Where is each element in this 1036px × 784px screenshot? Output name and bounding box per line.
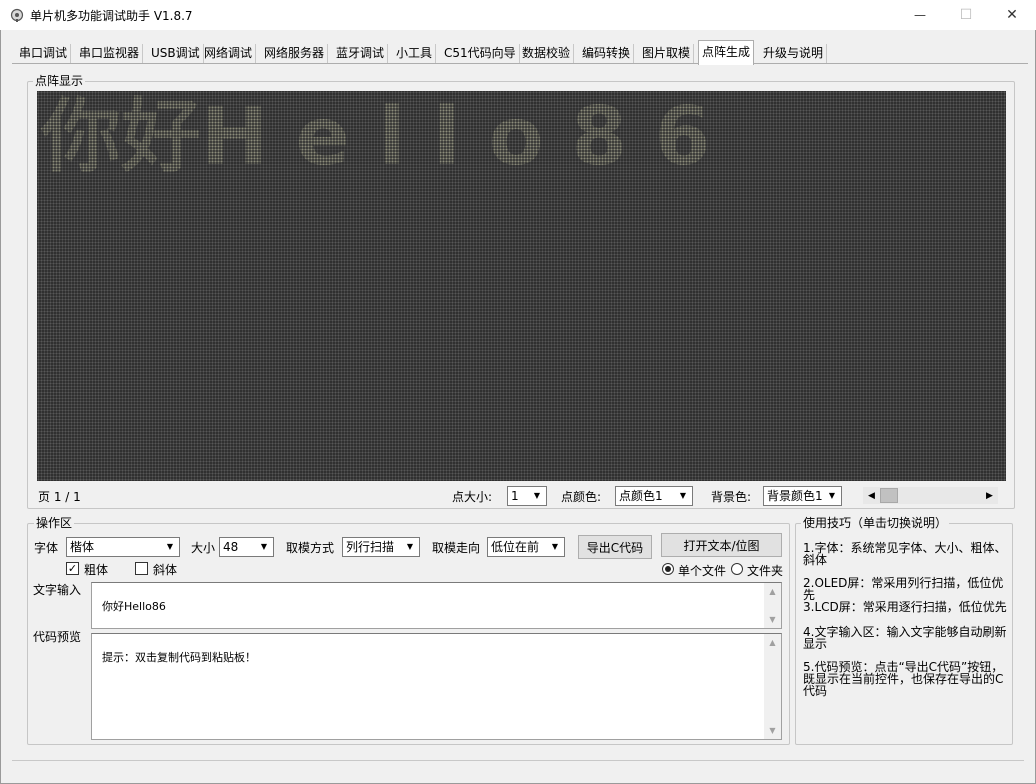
scroll-left-icon[interactable]: ◀ bbox=[863, 487, 880, 504]
export-c-code-button[interactable]: 导出C代码 bbox=[578, 535, 652, 559]
open-text-bitmap-button[interactable]: 打开文本/位图 bbox=[661, 533, 782, 557]
chevron-down-icon: ▼ bbox=[824, 488, 840, 504]
dot-color-select[interactable]: 点颜色1 ▼ bbox=[615, 486, 693, 506]
title-bar: 单片机多功能调试助手 V1.8.7 — ☐ ✕ bbox=[0, 0, 1036, 30]
tab-tools[interactable]: 小工具 bbox=[393, 44, 437, 64]
radio-selected-dot bbox=[665, 566, 671, 572]
bg-color-select[interactable]: 背景颜色1 ▼ bbox=[763, 486, 842, 506]
horizontal-scrollbar[interactable]: ◀ ▶ bbox=[863, 487, 998, 504]
size-select[interactable]: 48 ▼ bbox=[219, 537, 274, 557]
tab-usb-debug[interactable]: USB调试 bbox=[148, 44, 204, 64]
tip-item: 1.字体：系统常见字体、大小、粗体、斜体 bbox=[803, 541, 1007, 567]
scroll-up-icon[interactable]: ▲ bbox=[764, 583, 781, 600]
chevron-down-icon: ▼ bbox=[402, 539, 418, 555]
tab-serial-monitor[interactable]: 串口监视器 bbox=[76, 44, 144, 64]
tab-divider bbox=[12, 63, 1028, 64]
tab-network-debug[interactable]: 网络调试 bbox=[201, 44, 257, 64]
scan-mode-select[interactable]: 列行扫描 ▼ bbox=[342, 537, 420, 557]
text-input-value: 你好Hello86 bbox=[102, 600, 166, 613]
scan-mode-value: 列行扫描 bbox=[346, 540, 395, 554]
scroll-down-icon[interactable]: ▼ bbox=[764, 611, 781, 628]
text-input-scrollbar[interactable]: ▲ ▼ bbox=[764, 583, 781, 628]
tip-item: 3.LCD屏：常采用逐行扫描，低位优先 bbox=[803, 600, 1007, 614]
tab-upgrade[interactable]: 升级与说明 bbox=[760, 44, 828, 64]
scroll-up-icon[interactable]: ▲ bbox=[764, 634, 781, 651]
tip-item: 5.代码预览：点击“导出C代码”按钮，既显示在当前控件，也保存在导出的C代码 bbox=[803, 660, 1004, 698]
dot-size-label: 点大小: bbox=[452, 490, 493, 504]
bg-color-label: 背景色: bbox=[711, 490, 752, 504]
tab-bluetooth-debug[interactable]: 蓝牙调试 bbox=[333, 44, 389, 64]
dot-color-label: 点颜色: bbox=[561, 490, 602, 504]
bit-order-select[interactable]: 低位在前 ▼ bbox=[487, 537, 565, 557]
tab-serial-debug[interactable]: 串口调试 bbox=[16, 44, 72, 64]
scan-mode-label: 取模方式 bbox=[286, 541, 335, 555]
status-separator bbox=[12, 760, 1024, 761]
page-indicator: 页 1 / 1 bbox=[38, 490, 81, 504]
code-preview-scrollbar[interactable]: ▲ ▼ bbox=[764, 634, 781, 739]
minimize-icon: — bbox=[914, 8, 926, 22]
scroll-down-icon[interactable]: ▼ bbox=[764, 722, 781, 739]
font-value: 楷体 bbox=[70, 540, 95, 554]
scroll-right-icon[interactable]: ▶ bbox=[981, 487, 998, 504]
app-icon bbox=[10, 8, 24, 22]
dot-size-select[interactable]: 1 ▼ bbox=[507, 486, 547, 506]
folder-label: 文件夹 bbox=[747, 564, 784, 578]
bit-order-value: 低位在前 bbox=[491, 540, 540, 554]
minimize-button[interactable]: — bbox=[897, 0, 943, 30]
bold-checkbox[interactable]: ✓ bbox=[66, 562, 79, 575]
italic-checkbox[interactable] bbox=[135, 562, 148, 575]
chevron-down-icon: ▼ bbox=[529, 488, 545, 504]
bold-label: 粗体 bbox=[84, 563, 109, 577]
operations-legend: 操作区 bbox=[34, 516, 75, 530]
chevron-down-icon: ▼ bbox=[162, 539, 178, 555]
matrix-legend: 点阵显示 bbox=[33, 74, 86, 88]
bg-color-value: 背景颜色1 bbox=[767, 489, 823, 503]
dot-matrix-text: 你好H e l l o 8 6 bbox=[41, 91, 711, 183]
dot-size-value: 1 bbox=[511, 489, 519, 503]
chevron-down-icon: ▼ bbox=[256, 539, 272, 555]
font-label: 字体 bbox=[34, 541, 59, 555]
size-label: 大小 bbox=[191, 541, 216, 555]
single-file-label: 单个文件 bbox=[678, 564, 727, 578]
text-input-label: 文字输入 bbox=[33, 583, 82, 597]
bit-order-label: 取模走向 bbox=[432, 541, 481, 555]
maximize-button[interactable]: ☐ bbox=[943, 0, 989, 30]
tab-strip: 串口调试 串口监视器 USB调试 网络调试 网络服务器 蓝牙调试 小工具 C51… bbox=[0, 40, 1036, 65]
close-button[interactable]: ✕ bbox=[989, 0, 1035, 30]
tip-item: 2.OLED屏：常采用列行扫描，低位优先 bbox=[803, 576, 1004, 602]
italic-label: 斜体 bbox=[153, 563, 178, 577]
open-text-bitmap-label: 打开文本/位图 bbox=[683, 538, 760, 553]
single-file-radio[interactable] bbox=[662, 563, 674, 575]
tab-checksum[interactable]: 数据校验 bbox=[519, 44, 575, 64]
tips-legend: 使用技巧（单击切换说明） bbox=[801, 516, 950, 530]
size-value: 48 bbox=[223, 540, 239, 554]
tab-c51-wizard[interactable]: C51代码向导 bbox=[441, 44, 520, 64]
chevron-down-icon: ▼ bbox=[547, 539, 563, 555]
folder-radio[interactable] bbox=[731, 563, 743, 575]
tab-dot-matrix[interactable]: 点阵生成 bbox=[698, 40, 755, 65]
dot-color-value: 点颜色1 bbox=[619, 489, 663, 503]
dot-matrix-display: 你好H e l l o 8 6 bbox=[37, 91, 1006, 481]
tab-image-font[interactable]: 图片取模 bbox=[639, 44, 695, 64]
code-preview-label: 代码预览 bbox=[33, 630, 82, 644]
tip-item: 4.文字输入区：输入文字能够自动刷新显示 bbox=[803, 625, 1007, 651]
tab-network-server[interactable]: 网络服务器 bbox=[261, 44, 329, 64]
font-select[interactable]: 楷体 ▼ bbox=[66, 537, 180, 557]
chevron-down-icon: ▼ bbox=[675, 488, 691, 504]
close-icon: ✕ bbox=[1006, 7, 1018, 23]
code-preview-value: 提示：双击复制代码到粘贴板！ bbox=[102, 651, 256, 664]
code-preview-area[interactable]: 提示：双击复制代码到粘贴板！ ▲ ▼ bbox=[91, 633, 782, 740]
tab-encoding[interactable]: 编码转换 bbox=[579, 44, 635, 64]
text-input-area[interactable]: 你好Hello86 ▲ ▼ bbox=[91, 582, 782, 629]
export-c-code-label: 导出C代码 bbox=[586, 540, 644, 555]
window-title: 单片机多功能调试助手 V1.8.7 bbox=[30, 9, 193, 23]
maximize-icon: ☐ bbox=[959, 7, 973, 23]
scroll-thumb[interactable] bbox=[880, 488, 898, 503]
